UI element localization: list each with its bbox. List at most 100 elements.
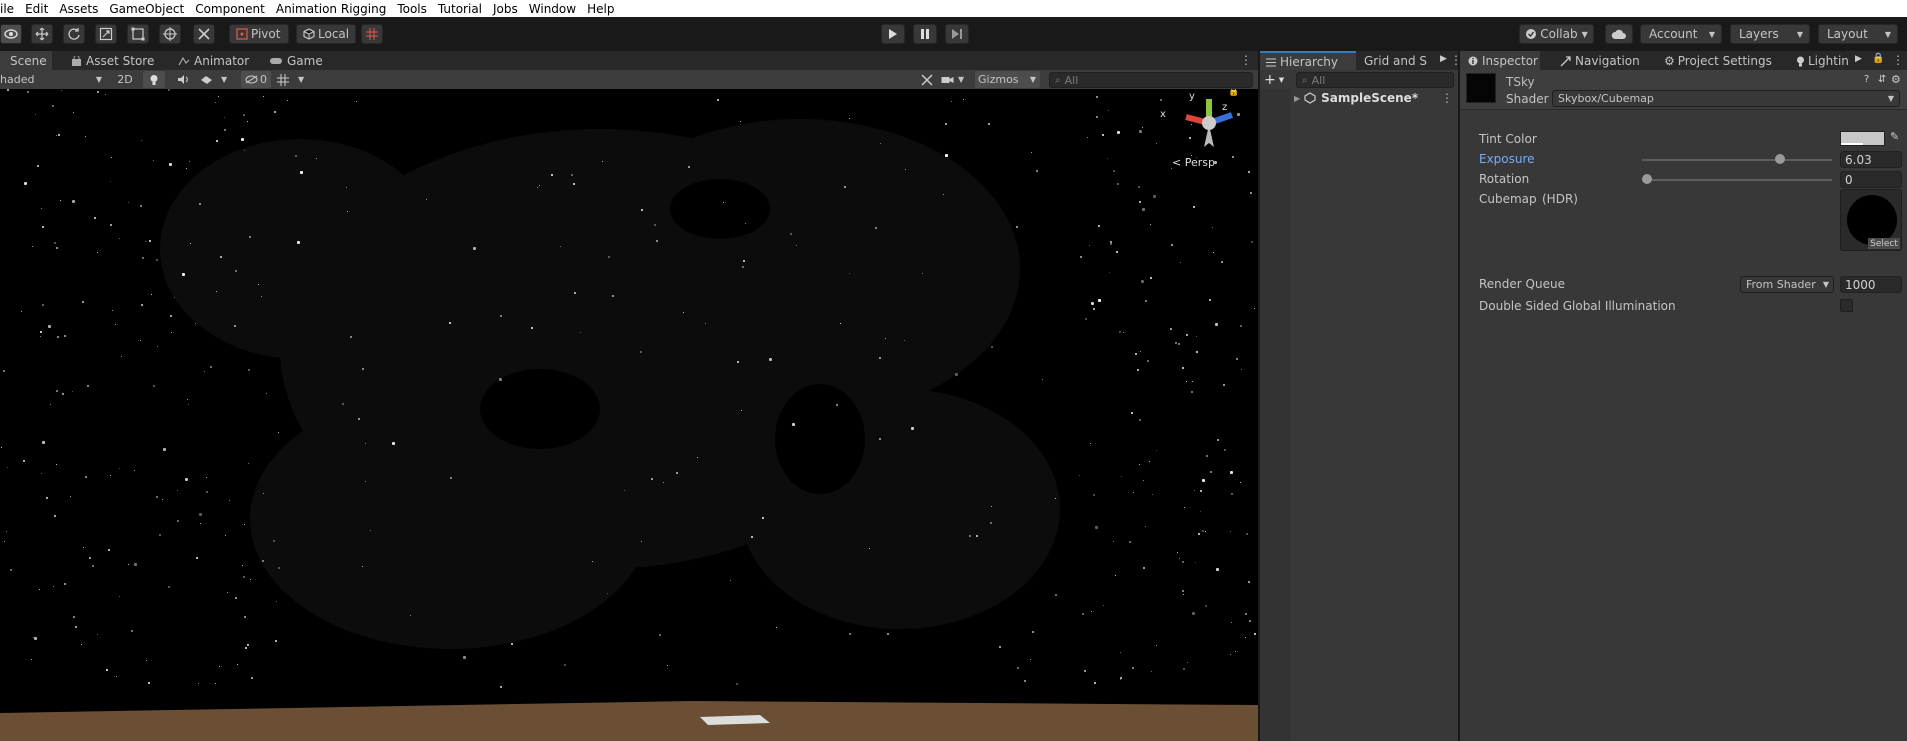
play-button[interactable] — [881, 24, 905, 44]
star — [1139, 464, 1140, 465]
more-options-icon[interactable]: ⋮ — [1892, 53, 1904, 67]
lock-icon[interactable]: 🔒 — [1872, 53, 1884, 64]
cubemap-slot[interactable]: Select — [1840, 189, 1902, 251]
menu-edit[interactable]: Edit — [25, 2, 48, 16]
scene-search-input[interactable]: ⌕ All — [1049, 72, 1253, 88]
star — [1135, 353, 1137, 355]
transform-icon — [163, 27, 177, 41]
tab-navigation[interactable]: Navigation — [1560, 51, 1640, 71]
double-sided-gi-checkbox[interactable] — [1840, 299, 1853, 312]
tab-project-settings[interactable]: ⚙ Project Settings — [1664, 51, 1772, 71]
menu-gameobject[interactable]: GameObject — [109, 2, 184, 16]
more-options-icon[interactable]: ⋮ — [1240, 53, 1252, 67]
menu-window[interactable]: Window — [529, 2, 576, 16]
menu-jobs[interactable]: Jobs — [493, 2, 518, 16]
star — [1093, 308, 1095, 310]
menu-help[interactable]: Help — [587, 2, 614, 16]
tab-hierarchy[interactable]: Hierarchy — [1260, 51, 1356, 71]
move-tool-button[interactable] — [31, 24, 53, 44]
collab-dropdown[interactable]: Collab ▼ — [1519, 24, 1594, 44]
menu-file[interactable]: ile — [0, 2, 14, 16]
pivot-toggle[interactable]: Pivot — [229, 24, 289, 44]
menu-tutorial[interactable]: Tutorial — [438, 2, 482, 16]
projection-toggle[interactable]: < Persp — [1172, 156, 1215, 169]
exposure-slider-knob[interactable] — [1775, 154, 1786, 164]
divider-scene-hierarchy[interactable] — [1258, 51, 1260, 741]
exposure-input[interactable]: 6.03 — [1840, 151, 1902, 168]
menu-tools[interactable]: Tools — [397, 2, 427, 16]
divider-hierarchy-inspector[interactable] — [1458, 51, 1460, 741]
rect-tool-button[interactable] — [127, 24, 149, 44]
tab-inspector[interactable]: Inspector — [1460, 51, 1540, 71]
star — [1089, 245, 1090, 246]
star — [1138, 186, 1140, 188]
lighting-toggle[interactable] — [143, 71, 165, 88]
rotation-input[interactable]: 0 — [1840, 171, 1902, 188]
tab-scene[interactable]: Scene — [0, 51, 52, 71]
tint-color-swatch[interactable] — [1840, 131, 1885, 146]
local-toggle[interactable]: Local — [296, 24, 356, 44]
rotation-label: Rotation — [1479, 172, 1530, 186]
grid-dropdown[interactable]: ▼ — [277, 71, 313, 88]
account-dropdown[interactable]: Account ▼ — [1640, 24, 1722, 44]
render-queue-input[interactable]: 1000 — [1840, 276, 1902, 293]
star — [723, 202, 724, 203]
scene-viewport[interactable]: x y z 🔒 < Persp — [0, 89, 1258, 741]
shader-dropdown[interactable]: Skybox/Cubemap ▼ — [1552, 90, 1900, 107]
help-icon[interactable]: ? — [1864, 74, 1869, 85]
lock-icon[interactable]: 🔒 — [1228, 89, 1239, 97]
tab-scroll-right-icon[interactable]: ▶ — [1440, 54, 1447, 64]
rotation-slider-track[interactable] — [1642, 179, 1832, 181]
cloud-button[interactable] — [1605, 24, 1633, 44]
layers-dropdown[interactable]: Layers ▼ — [1730, 24, 1810, 44]
audio-toggle[interactable] — [172, 71, 194, 88]
more-options-icon[interactable]: ⋮ — [1441, 91, 1453, 105]
star — [370, 530, 371, 531]
scene-tools-button[interactable] — [917, 71, 937, 88]
star — [963, 99, 964, 100]
menu-assets[interactable]: Assets — [59, 2, 98, 16]
preset-icon[interactable]: ⇵ — [1878, 74, 1886, 85]
pause-button[interactable] — [913, 24, 937, 44]
menu-component[interactable]: Component — [195, 2, 265, 16]
star — [235, 597, 237, 599]
exposure-slider-track[interactable] — [1642, 159, 1832, 161]
tab-scroll-right-icon[interactable]: ▶ — [1855, 54, 1862, 64]
tab-grid-and-snap[interactable]: Grid and S — [1364, 51, 1434, 71]
hierarchy-search-input[interactable]: ⌕ All — [1296, 72, 1454, 88]
gear-icon[interactable]: ⚙ — [1891, 73, 1901, 86]
star — [1250, 192, 1252, 194]
effects-dropdown[interactable]: ▼ — [200, 71, 236, 88]
tab-asset-store[interactable]: Asset Store — [71, 51, 154, 71]
eyedropper-icon[interactable]: ✎ — [1890, 130, 1899, 143]
render-queue-dropdown[interactable]: From Shader ▼ — [1740, 276, 1834, 293]
menu-animation-rigging[interactable]: Animation Rigging — [276, 2, 386, 16]
grid-snap-button[interactable] — [361, 24, 383, 44]
transform-tool-button[interactable] — [159, 24, 181, 44]
hidden-objects-toggle[interactable]: 0 — [241, 71, 271, 88]
star — [220, 256, 222, 258]
orientation-gizmo[interactable]: x y z 🔒 < Persp — [1160, 89, 1258, 181]
camera-dropdown[interactable]: ▼ — [941, 71, 971, 88]
layout-dropdown[interactable]: Layout ▼ — [1818, 24, 1898, 44]
tab-game[interactable]: Game — [269, 51, 323, 71]
rotation-slider-knob[interactable] — [1642, 174, 1652, 184]
star — [85, 136, 86, 137]
step-button[interactable] — [945, 24, 969, 44]
star — [1031, 152, 1032, 153]
star — [61, 90, 62, 91]
scale-tool-button[interactable] — [95, 24, 117, 44]
tab-animator[interactable]: Animator — [178, 51, 249, 71]
star — [1143, 480, 1144, 481]
create-dropdown[interactable]: + ▼ — [1264, 72, 1292, 88]
rotate-tool-button[interactable] — [63, 24, 85, 44]
cubemap-select-button[interactable]: Select — [1868, 238, 1900, 249]
view-tool-button[interactable] — [0, 24, 22, 44]
2d-toggle[interactable]: 2D — [114, 71, 136, 88]
shader-value: Skybox/Cubemap — [1558, 92, 1654, 105]
star — [1183, 668, 1185, 670]
expand-arrow-icon[interactable]: ▶ — [1294, 94, 1300, 103]
draw-mode-dropdown[interactable]: haded ▼ — [0, 71, 106, 88]
gizmos-dropdown[interactable]: Gizmos ▼ — [975, 71, 1040, 88]
custom-tool-button[interactable] — [193, 24, 215, 44]
